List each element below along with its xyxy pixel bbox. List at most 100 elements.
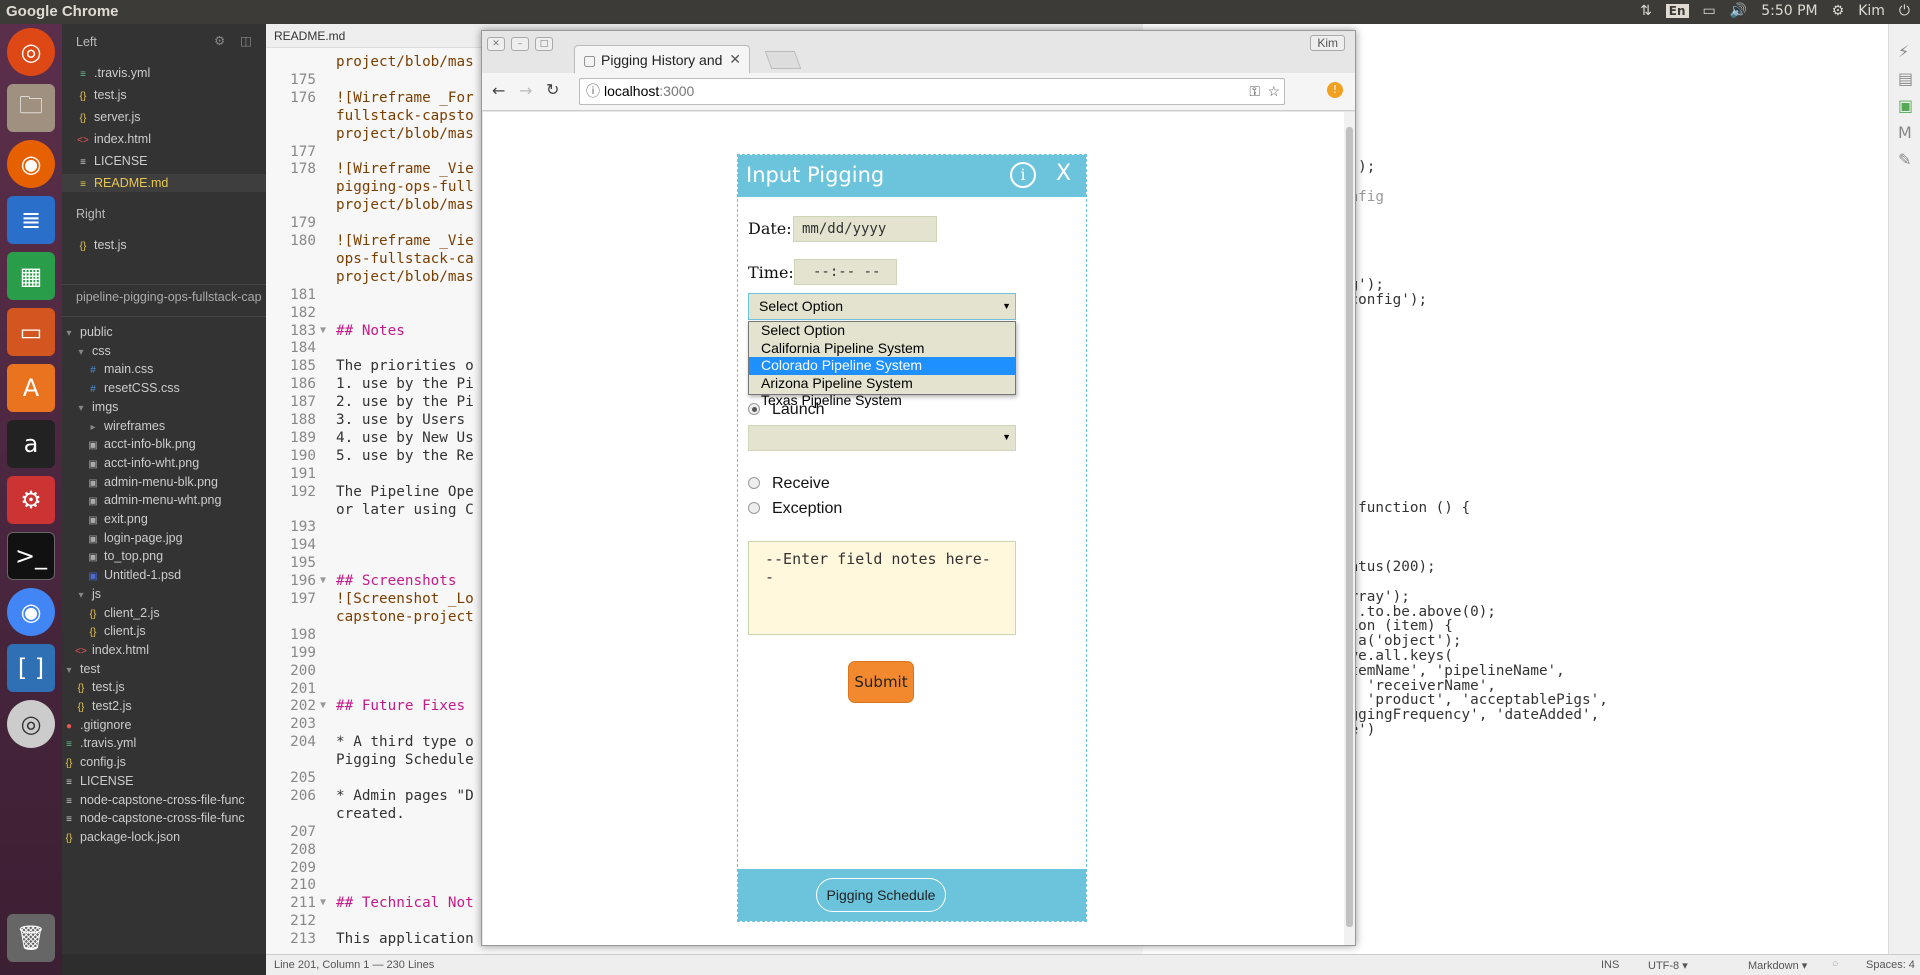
markdown-preview-icon[interactable]: M [1898,123,1912,142]
git-icon[interactable]: ▣ [1898,96,1913,115]
tree-item[interactable]: ▾ imgs [74,398,118,416]
tree-item[interactable]: {} config.js [62,753,126,771]
pipeline-system-select[interactable]: Select Option ▼ [748,293,1016,320]
tree-item[interactable]: ▣ admin-menu-wht.png [86,491,221,509]
pigging-schedule-button[interactable]: Pigging Schedule [816,878,946,912]
fold-arrow-icon[interactable]: ▼ [320,575,326,586]
network-icon[interactable]: ⇅ [1640,3,1652,19]
project-title[interactable]: pipeline-pigging-ops-fullstack-cap [76,288,262,306]
trash-icon[interactable]: 🗑 [7,914,55,962]
tree-item[interactable]: {} client_2.js [86,604,160,622]
reload-icon[interactable]: ↻ [546,80,559,99]
working-file[interactable]: ≡ .travis.yml [76,64,150,82]
browser-tab[interactable]: ▢ Pigging History and ✕ [574,45,750,73]
radio-button-checked[interactable] [748,403,760,415]
tree-item[interactable]: ▣ login-page.jpg [86,529,182,547]
clock[interactable]: 5:50 PM [1761,3,1817,19]
extension-manager-icon[interactable]: ▤ [1898,69,1913,88]
chrome-profile-button[interactable]: Kim [1310,35,1345,51]
tree-item[interactable]: ▣ acct-info-wht.png [86,454,199,472]
keyboard-layout-indicator[interactable]: En [1665,4,1689,18]
radio-button[interactable] [748,477,760,489]
tree-item[interactable]: ▾ js [74,585,101,603]
field-notes-textarea[interactable]: --Enter field notes here-- [748,541,1016,635]
writer-icon[interactable]: ≣ [7,196,55,244]
fold-arrow-icon[interactable]: ▼ [320,700,326,711]
submit-button[interactable]: Submit [848,661,914,703]
fold-arrow-icon[interactable]: ▼ [320,897,326,908]
chrome-icon[interactable]: ◉ [7,588,55,636]
working-file[interactable]: ≡ LICENSE [76,152,147,170]
firefox-icon[interactable]: ◉ [7,140,55,188]
page-scrollbar[interactable] [1344,112,1355,945]
working-file[interactable]: <> index.html [76,130,151,148]
fold-arrow-icon[interactable]: ▼ [320,325,326,336]
indent-setting[interactable]: Spaces: 4 [1866,959,1915,971]
tree-item[interactable]: ▣ admin-menu-blk.png [86,473,218,491]
tree-item[interactable]: ▣ exit.png [86,510,148,528]
working-file[interactable]: {} test.js [76,236,127,254]
minimize-window-button[interactable]: – [511,37,529,51]
split-view-icon[interactable]: ◫ [240,33,252,48]
working-file[interactable]: {} test.js [76,86,127,104]
working-file-active[interactable]: ≡ README.md [62,174,266,192]
brackets-icon[interactable]: [ ] [7,644,55,692]
tree-item[interactable]: ● .gitignore [62,716,131,734]
scrollbar-thumb[interactable] [1346,127,1353,927]
forward-icon[interactable]: → [519,81,532,100]
linter-status-icon[interactable]: ○ [1832,958,1839,970]
option-highlighted[interactable]: Colorado Pipeline System [749,357,1015,375]
tree-item[interactable]: ▣ acct-info-blk.png [86,435,195,453]
star-icon[interactable]: ☆ [1267,79,1280,104]
tree-item[interactable]: {} client.js [86,622,146,640]
tree-item[interactable]: ≡ node-capstone-cross-file-func [62,809,245,827]
files-icon[interactable]: 🗀 [7,84,55,132]
tree-item[interactable]: {} package-lock.json [62,828,180,846]
battery-icon[interactable]: ▭ [1703,3,1716,19]
language-select[interactable]: Markdown ▾ [1748,959,1807,972]
info-icon[interactable]: i [1010,162,1036,188]
key-icon[interactable]: ⚿ [1249,79,1260,104]
close-window-button[interactable]: ✕ [487,37,505,51]
tree-item[interactable]: ≡ LICENSE [62,772,133,790]
option[interactable]: California Pipeline System [749,340,1015,358]
impress-icon[interactable]: ▭ [7,308,55,356]
radio-receive[interactable]: Receive [748,475,830,493]
tree-item[interactable]: # main.css [86,360,153,378]
power-icon[interactable]: ⏻ [1899,3,1910,19]
close-tab-icon[interactable]: ✕ [729,51,741,68]
tree-item[interactable]: {} test.js [74,678,125,696]
tree-item[interactable]: ≡ .travis.yml [62,734,136,752]
live-preview-icon[interactable]: ⚡ [1898,42,1909,61]
date-input[interactable]: mm/dd/yyyy [793,216,937,242]
insert-mode[interactable]: INS [1601,959,1619,971]
encoding-select[interactable]: UTF-8 ▾ [1648,959,1688,972]
tree-item[interactable]: # resetCSS.css [86,379,180,397]
tree-item[interactable]: ▾ test [62,660,100,678]
tree-item[interactable]: ▾ public [62,323,112,341]
radio-exception[interactable]: Exception [748,500,842,518]
dvd-icon[interactable]: ◎ [7,700,55,748]
tree-item[interactable]: ▣ to_top.png [86,547,163,565]
radio-button[interactable] [748,502,760,514]
tree-item[interactable]: <> index.html [74,641,149,659]
update-alert-icon[interactable]: ! [1327,82,1343,98]
tree-item[interactable]: {} test2.js [74,697,132,715]
system-settings-icon[interactable]: ⚙ [7,476,55,524]
close-modal-button[interactable]: X [1056,161,1071,186]
tree-item[interactable]: ▣ Untitled-1.psd [86,566,181,584]
tree-item[interactable]: ▾ css [74,342,110,360]
back-icon[interactable]: ← [492,81,505,100]
software-center-icon[interactable]: A [7,364,55,412]
ubuntu-dash-icon[interactable]: ◎ [7,28,55,76]
time-input[interactable]: --:-- -- [794,259,897,285]
volume-icon[interactable]: 🔊 [1730,3,1747,19]
amazon-icon[interactable]: a [7,420,55,468]
calc-icon[interactable]: ▦ [7,252,55,300]
maximize-window-button[interactable]: □ [535,37,553,51]
tools-icon[interactable]: ✎ [1898,150,1911,169]
option[interactable]: Select Option [749,322,1015,340]
radio-launch[interactable]: Launch [748,401,825,419]
tree-item[interactable]: ≡ node-capstone-cross-file-func [62,791,245,809]
address-bar[interactable]: ⓘ localhost:3000 ⚿ ☆ [579,78,1285,105]
